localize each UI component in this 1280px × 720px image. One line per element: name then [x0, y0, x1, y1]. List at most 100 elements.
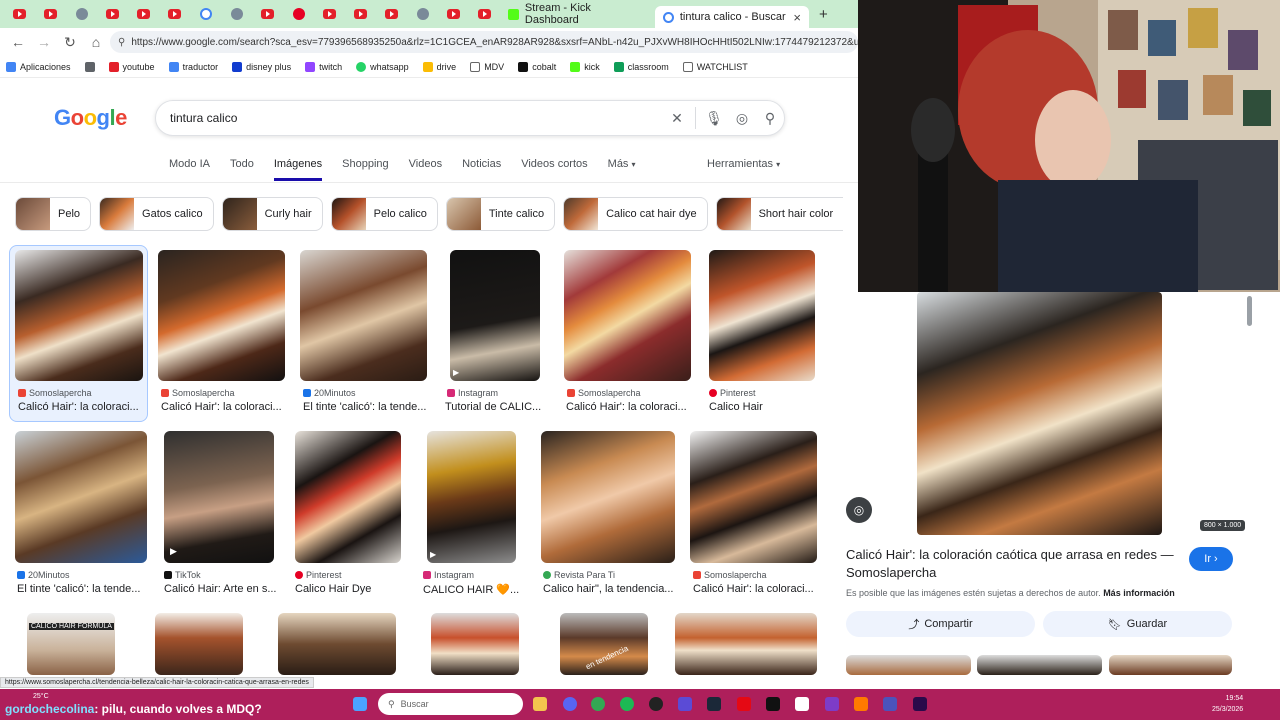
more-info-link[interactable]: Más información [1103, 588, 1175, 598]
steam-icon[interactable] [707, 697, 721, 711]
result-image[interactable] [15, 250, 143, 381]
google-logo[interactable]: Google [54, 105, 127, 131]
bookmark-drive[interactable]: drive [422, 61, 456, 72]
tab-youtube-4[interactable] [128, 0, 159, 28]
result-image[interactable] [295, 431, 401, 563]
result-title[interactable]: Calicó Hair': la coloraci... [693, 583, 814, 595]
fl-studio-icon[interactable] [854, 697, 868, 711]
preview-title[interactable]: Calicó Hair': la coloración caótica que … [846, 546, 1181, 582]
bookmark-whatsapp[interactable]: whatsapp [356, 61, 409, 72]
result-image[interactable] [15, 431, 147, 563]
result-image[interactable]: CALICO HAIR FORMULA [27, 613, 115, 675]
spotify-icon[interactable] [620, 697, 634, 711]
chip-curly-hair[interactable]: Curly hair [221, 197, 323, 231]
chip-pelo[interactable]: Pelo [15, 197, 92, 231]
weather-widget[interactable]: 25°C [33, 693, 49, 700]
new-tab-icon[interactable]: + [819, 6, 828, 23]
preview-image[interactable] [917, 292, 1162, 535]
result-title[interactable]: El tinte 'calicó': la tende... [303, 401, 426, 413]
teams-icon[interactable] [883, 697, 897, 711]
result-image[interactable] [541, 431, 675, 563]
tab-google-search[interactable]: tintura calico - Buscar con Goo × [655, 6, 809, 28]
chip-gatos-calico[interactable]: Gatos calico [99, 197, 214, 231]
result-title[interactable]: Calico Hair Dye [295, 583, 371, 595]
tab-web-3[interactable] [407, 0, 438, 28]
chip-tinte-calico[interactable]: Tinte calico [445, 197, 556, 231]
system-clock[interactable]: 19:54 25/3/2026 [1212, 693, 1243, 715]
tab-videos-cortos[interactable]: Videos cortos [521, 158, 587, 181]
chat-app-icon[interactable] [825, 697, 839, 711]
result-title[interactable]: Calicó Hair': la coloraci... [18, 401, 139, 413]
bookmark-grid[interactable] [84, 61, 95, 72]
result-image[interactable] [675, 613, 817, 675]
tab-todo[interactable]: Todo [230, 158, 254, 181]
result-image[interactable] [155, 613, 243, 675]
tab-imagenes[interactable]: Imágenes [273, 158, 323, 181]
tab-google-1[interactable] [190, 0, 221, 28]
tab-mas[interactable]: Más ▾ [608, 158, 636, 181]
result-title[interactable]: Calicó Hair: Arte en s... [164, 583, 277, 595]
result-title[interactable]: Calicó Hair': la coloraci... [161, 401, 282, 413]
tab-youtube-10[interactable] [438, 0, 469, 28]
tab-youtube-3[interactable] [97, 0, 128, 28]
tab-modo-ia[interactable]: Modo IA [169, 158, 210, 181]
result-title[interactable]: Tutorial de CALIC... [445, 401, 541, 413]
chip-calico-cat-hair-dye[interactable]: Calico cat hair dye [563, 197, 708, 231]
result-image[interactable]: ▶ [427, 431, 516, 563]
tab-youtube-2[interactable] [35, 0, 66, 28]
tab-pinterest[interactable] [283, 0, 314, 28]
file-explorer-icon[interactable] [533, 697, 547, 711]
tab-youtube-1[interactable] [4, 0, 35, 28]
bookmark-watchlist[interactable]: WATCHLIST [682, 61, 748, 72]
media-player-icon[interactable] [678, 697, 692, 711]
bookmark-classroom[interactable]: classroom [613, 61, 669, 72]
camera-lens-icon[interactable]: ◎ [728, 110, 756, 127]
result-image[interactable] [564, 250, 691, 381]
bookmark-youtube[interactable]: youtube [108, 61, 155, 72]
tab-youtube-8[interactable] [345, 0, 376, 28]
tools-menu[interactable]: Herramientas ▾ [707, 158, 780, 170]
scrollbar[interactable] [1247, 296, 1252, 326]
result-title[interactable]: Calicó Hair': la coloraci... [566, 401, 687, 413]
result-image[interactable] [709, 250, 815, 381]
tab-web-1[interactable] [66, 0, 97, 28]
notion-icon[interactable] [795, 697, 809, 711]
discord-icon[interactable] [563, 697, 577, 711]
tab-youtube-9[interactable] [376, 0, 407, 28]
site-info-icon[interactable]: ⚲ [118, 37, 125, 48]
tab-youtube-7[interactable] [314, 0, 345, 28]
result-title[interactable]: Calico Hair [709, 401, 763, 413]
tab-shopping[interactable]: Shopping [342, 158, 389, 181]
forward-icon[interactable]: → [32, 30, 56, 54]
result-title[interactable]: El tinte 'calicó': la tende... [17, 583, 140, 595]
tab-youtube-5[interactable] [159, 0, 190, 28]
close-icon[interactable]: × [793, 10, 801, 25]
bookmark-twitch[interactable]: twitch [305, 61, 342, 72]
related-image[interactable] [1109, 655, 1232, 675]
reload-icon[interactable]: ↻ [58, 30, 82, 54]
premiere-icon[interactable] [913, 697, 927, 711]
result-title[interactable]: CALICO HAIR 🧡... [423, 583, 519, 596]
result-title[interactable]: Calico hair", la tendencia... [543, 583, 673, 595]
chip-pelo-calico[interactable]: Pelo calico [330, 197, 438, 231]
url-bar[interactable]: ⚲ https://www.google.com/search?sca_esv=… [110, 31, 858, 53]
obs-icon[interactable] [766, 697, 780, 711]
bookmark-mdv[interactable]: MDV [470, 61, 504, 72]
tab-web-2[interactable] [221, 0, 252, 28]
result-image[interactable]: ▶ [450, 250, 540, 381]
chrome-icon[interactable] [591, 697, 605, 711]
bookmark-disney[interactable]: disney plus [232, 61, 291, 72]
search-input[interactable] [170, 111, 663, 125]
tab-kick-dashboard[interactable]: Stream - Kick Dashboard [500, 2, 655, 26]
share-button[interactable]: ⤴ Compartir [846, 611, 1035, 637]
tab-videos[interactable]: Videos [409, 158, 442, 181]
result-image[interactable]: en tendencia [560, 613, 648, 675]
bookmark-translator[interactable]: traductor [168, 61, 218, 72]
result-image[interactable] [300, 250, 427, 381]
netflix-icon[interactable] [737, 697, 751, 711]
result-image[interactable] [690, 431, 817, 563]
back-icon[interactable]: ← [6, 30, 30, 54]
tab-youtube-11[interactable] [469, 0, 500, 28]
clear-icon[interactable]: ✕ [663, 110, 691, 127]
windows-start-icon[interactable] [353, 697, 367, 711]
